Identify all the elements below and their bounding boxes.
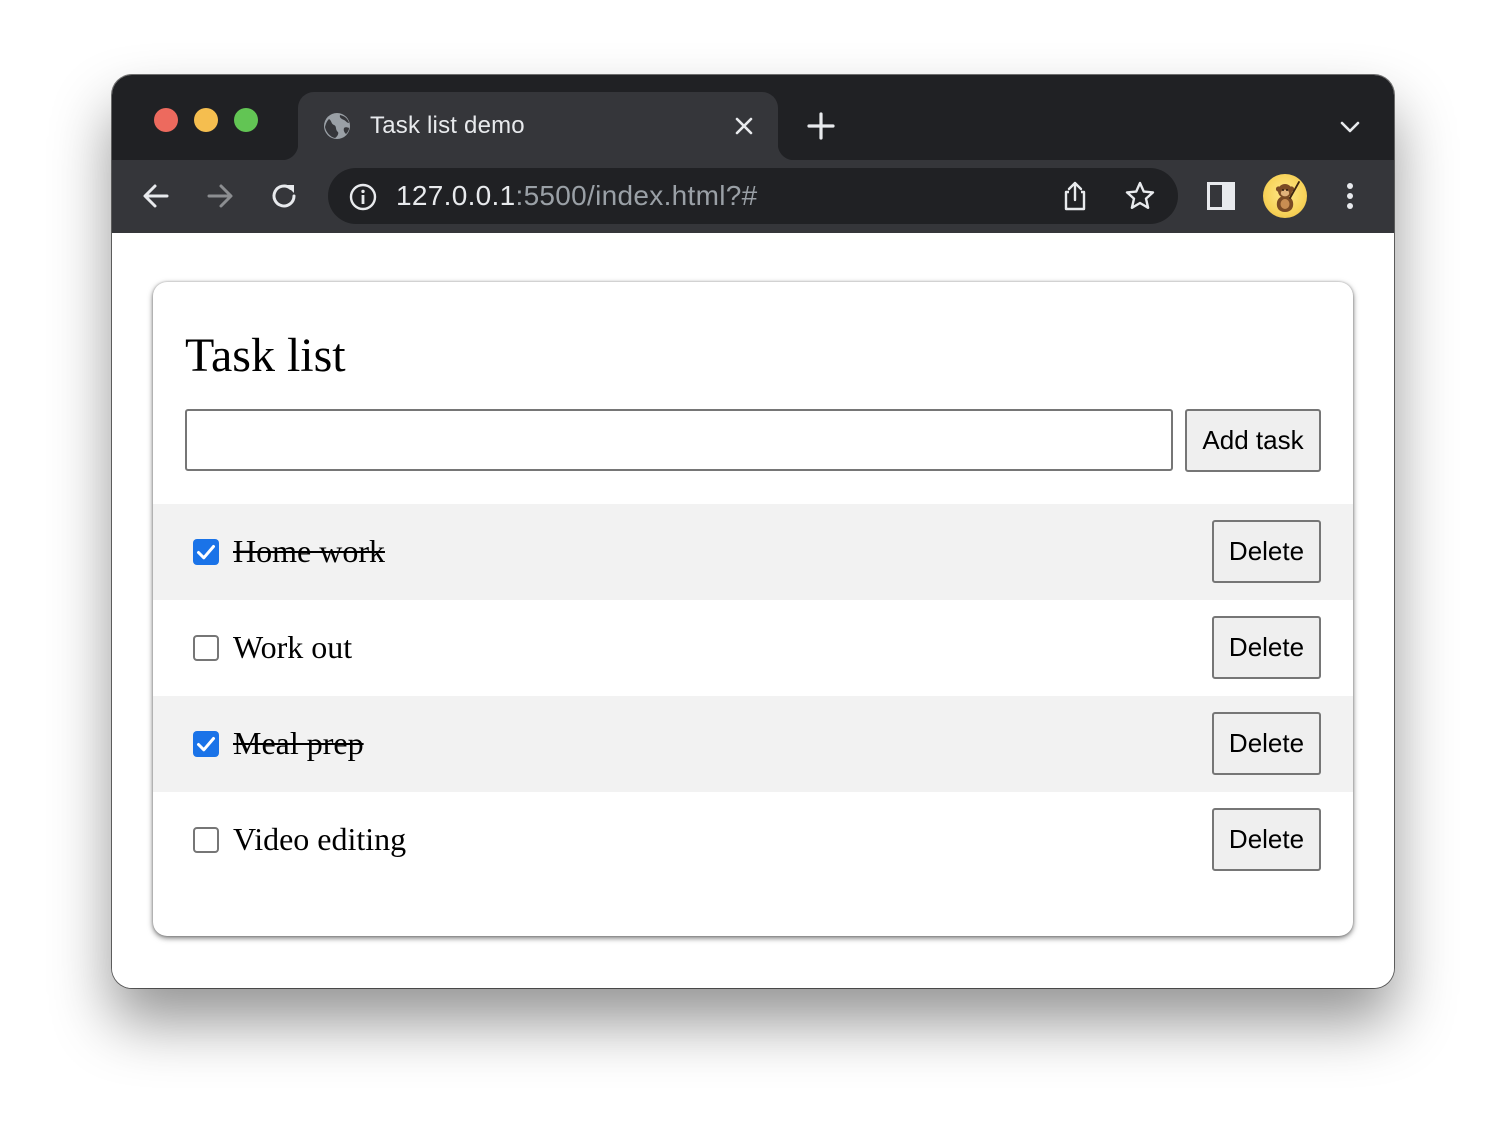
add-task-button[interactable]: Add task [1185, 409, 1321, 472]
task-row: Video editing Delete [153, 792, 1353, 888]
bookmark-star-icon[interactable] [1124, 180, 1156, 212]
delete-task-button[interactable]: Delete [1212, 520, 1321, 583]
back-arrow-icon[interactable] [140, 180, 172, 212]
tab-title: Task list demo [370, 112, 525, 139]
screen: Task list demo 127.0.0.1:5500/index.html… [0, 0, 1506, 1136]
task-label: Video editing [233, 821, 407, 857]
share-icon[interactable] [1060, 180, 1090, 212]
url-host: 127.0.0.1 [396, 180, 516, 211]
address-bar[interactable]: 127.0.0.1:5500/index.html?# [328, 168, 1178, 224]
task-label: Work out [233, 629, 353, 665]
task-checkbox[interactable] [193, 539, 219, 565]
delete-task-button[interactable]: Delete [1212, 616, 1321, 679]
chevron-down-icon[interactable] [1338, 115, 1362, 139]
info-icon[interactable] [348, 182, 378, 212]
task-checkbox[interactable] [193, 731, 219, 757]
task-list: Home work Delete Work out Delete Meal pr… [153, 504, 1353, 888]
task-card: Task list Add task Home work Delete Work… [153, 282, 1353, 936]
task-label: Meal prep [233, 725, 364, 761]
task-row: Meal prep Delete [153, 696, 1353, 792]
maximize-window-button[interactable] [234, 108, 258, 132]
task-row: Work out Delete [153, 600, 1353, 696]
task-label: Home work [233, 533, 385, 569]
new-tab-icon[interactable] [806, 111, 836, 141]
minimize-window-button[interactable] [194, 108, 218, 132]
close-tab-icon[interactable] [732, 114, 756, 138]
browser-tab[interactable]: Task list demo [282, 92, 794, 160]
profile-avatar[interactable] [1263, 174, 1307, 218]
task-checkbox[interactable] [193, 827, 219, 853]
tab-strip: Task list demo [112, 75, 1394, 160]
checkmark-icon [197, 737, 215, 752]
browser-toolbar: 127.0.0.1:5500/index.html?# [112, 160, 1394, 234]
url-path: :5500/index.html?# [515, 180, 758, 211]
side-panel-icon[interactable] [1206, 181, 1236, 211]
globe-icon [324, 113, 350, 139]
forward-arrow-icon[interactable] [204, 180, 236, 212]
delete-task-button[interactable]: Delete [1212, 712, 1321, 775]
close-window-button[interactable] [154, 108, 178, 132]
page-content: Task list Add task Home work Delete Work… [112, 233, 1394, 988]
delete-task-button[interactable]: Delete [1212, 808, 1321, 871]
page-title: Task list [185, 329, 346, 382]
task-checkbox[interactable] [193, 635, 219, 661]
more-menu-icon[interactable] [1334, 180, 1366, 212]
checkmark-icon [197, 545, 215, 560]
browser-window: Task list demo 127.0.0.1:5500/index.html… [112, 75, 1394, 988]
new-task-input[interactable] [185, 409, 1173, 471]
url-text: 127.0.0.1:5500/index.html?# [396, 180, 758, 212]
reload-icon[interactable] [268, 180, 300, 212]
monkey-avatar-icon [1275, 181, 1300, 212]
task-row: Home work Delete [153, 504, 1353, 600]
